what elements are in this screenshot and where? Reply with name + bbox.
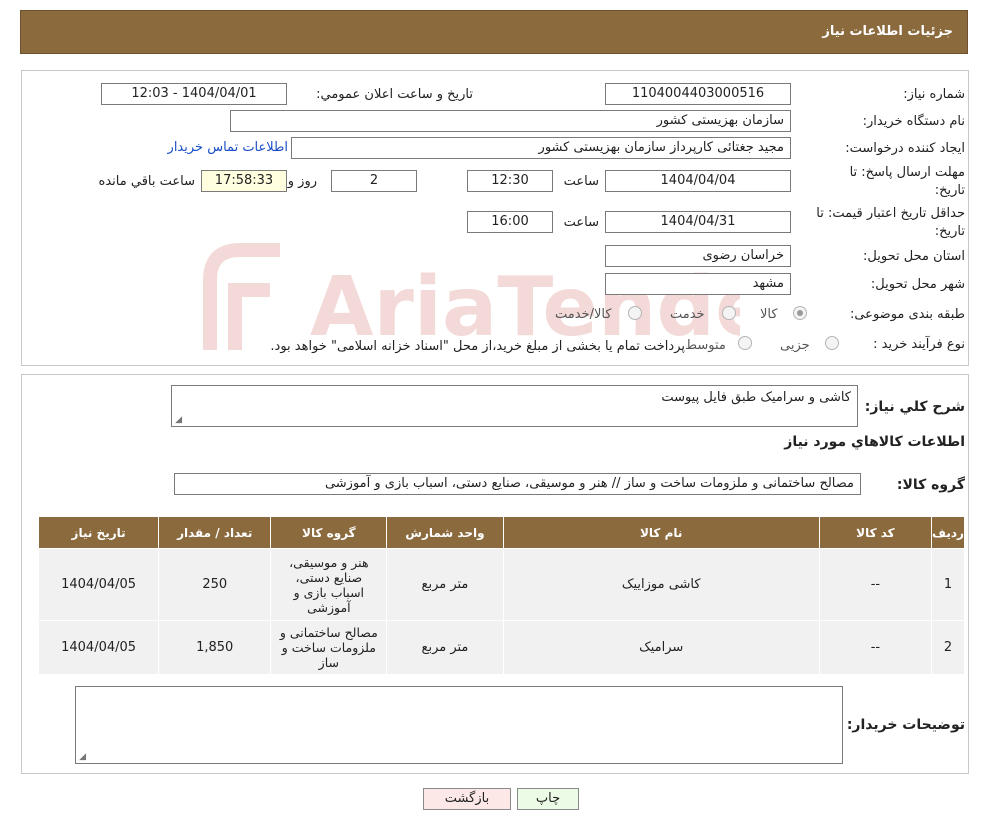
cell-group: مصالح ساختمانی و ملزومات ساخت و ساز [270,620,388,675]
purchase-option-medium: متوسط [685,338,726,353]
remaining-days-field[interactable]: 2 [331,170,417,192]
category-option-goods: کالا [760,307,778,322]
cell-group: هنر و موسیقی، صنایع دستی، اسباب بازی و آ… [270,548,388,621]
reply-deadline-date-field[interactable]: 1404/04/04 [605,170,791,192]
category-radio-goods-service[interactable] [628,306,642,320]
th-code: کد کالا [818,516,932,549]
category-option-goods-service: کالا/خدمت [555,307,612,322]
remaining-time-field[interactable]: 17:58:33 [201,170,287,192]
cell-row: 1 [930,548,966,621]
price-validity-time-field[interactable]: 16:00 [467,211,553,233]
page-title: جزئیات اطلاعات نیاز [822,24,953,39]
th-qty: تعداد / مقدار [158,516,272,549]
days-label: روز و [287,174,317,189]
cell-date: 1404/04/05 [37,548,160,621]
cell-unit: متر مربع [386,548,504,621]
province-label: استان محل تحویل: [863,249,965,264]
announce-datetime-label: تاریخ و ساعت اعلان عمومي: [316,87,473,102]
price-validity-time-label: ساعت [563,215,599,230]
cell-unit: متر مربع [386,620,504,675]
description-text: کاشی و سرامیک طبق فایل پیوست [661,390,851,405]
back-button[interactable]: بازگشت [423,788,511,810]
need-number-label: شماره نیاز: [903,87,965,102]
purchase-option-minor: جزیی [780,338,810,353]
buyer-contact-link[interactable]: اطلاعات تماس خریدار [168,140,288,155]
description-label: شرح كلي نياز: [864,399,965,415]
category-radio-goods[interactable] [793,306,807,320]
table-row[interactable]: 2 -- سرامیک متر مربع مصالح ساختمانی و مل… [37,620,966,675]
cell-name: سرامیک [502,620,820,675]
buyer-org-label: نام دستگاه خریدار: [862,114,965,129]
reply-deadline-label-2: تاریخ: [934,183,965,198]
price-validity-date-field[interactable]: 1404/04/31 [605,211,791,233]
buyer-org-field[interactable]: سازمان بهزیستی کشور [230,110,791,132]
cell-qty: 1,850 [158,620,272,675]
announce-datetime-field[interactable]: 1404/04/01 - 12:03 [101,83,287,105]
city-label: شهر محل تحویل: [870,277,965,292]
cell-date: 1404/04/05 [37,620,160,675]
print-button[interactable]: چاپ [517,788,579,810]
city-field[interactable]: مشهد [605,273,791,295]
cell-code: -- [818,620,932,675]
goods-table: ردیف کد کالا نام کالا واحد شمارش گروه کا… [37,516,966,675]
goods-section-title: اطلاعات كالاهاي مورد نياز [784,434,965,450]
category-radio-service[interactable] [722,306,736,320]
reply-deadline-time-label: ساعت [563,174,599,189]
th-unit: واحد شمارش [386,516,504,549]
treasury-note: پرداخت تمام یا بخشی از مبلغ خرید،از محل … [270,339,685,354]
page-header: جزئیات اطلاعات نیاز [20,10,968,54]
province-field[interactable]: خراسان رضوی [605,245,791,267]
table-header-row: ردیف کد کالا نام کالا واحد شمارش گروه کا… [37,516,966,549]
purchase-radio-medium[interactable] [738,336,752,350]
buyer-notes-textarea[interactable]: ◢ [75,686,843,764]
price-validity-label-1: حداقل تاریخ اعتبار قیمت: تا [816,206,965,221]
remaining-time-label: ساعت باقي مانده [98,174,195,189]
th-name: نام کالا [502,516,820,549]
category-option-service: خدمت [670,307,705,322]
goods-group-field[interactable]: مصالح ساختمانی و ملزومات ساخت و ساز // ه… [174,473,861,495]
requester-field[interactable]: مجید جغتائی کارپرداز سازمان بهزیستی کشور [291,137,791,159]
description-textarea[interactable]: کاشی و سرامیک طبق فایل پیوست ◢ [171,385,858,427]
purchase-radio-minor[interactable] [825,336,839,350]
resize-grip-icon[interactable]: ◢ [78,753,86,762]
reply-deadline-time-field[interactable]: 12:30 [467,170,553,192]
cell-name: کاشی موزاییک [502,548,820,621]
buyer-notes-label: توضیحات خریدار: [846,717,965,733]
price-validity-label-2: تاریخ: [934,224,965,239]
th-date: تاریخ نیاز [37,516,160,549]
cell-qty: 250 [158,548,272,621]
resize-grip-icon[interactable]: ◢ [174,416,182,425]
cell-code: -- [818,548,932,621]
reply-deadline-label-1: مهلت ارسال پاسخ: تا [849,165,965,180]
requester-label: ایجاد کننده درخواست: [845,141,965,156]
table-row[interactable]: 1 -- کاشی موزاییک متر مربع هنر و موسیقی،… [37,548,966,621]
goods-group-label: گروه كالا: [896,477,965,493]
th-row: ردیف [930,516,966,549]
category-label: طبقه بندی موضوعی: [849,307,965,322]
need-number-field[interactable]: 1104004403000516 [605,83,791,105]
th-group: گروه کالا [270,516,388,549]
purchase-type-label: نوع فرآیند خرید : [873,337,965,352]
cell-row: 2 [930,620,966,675]
